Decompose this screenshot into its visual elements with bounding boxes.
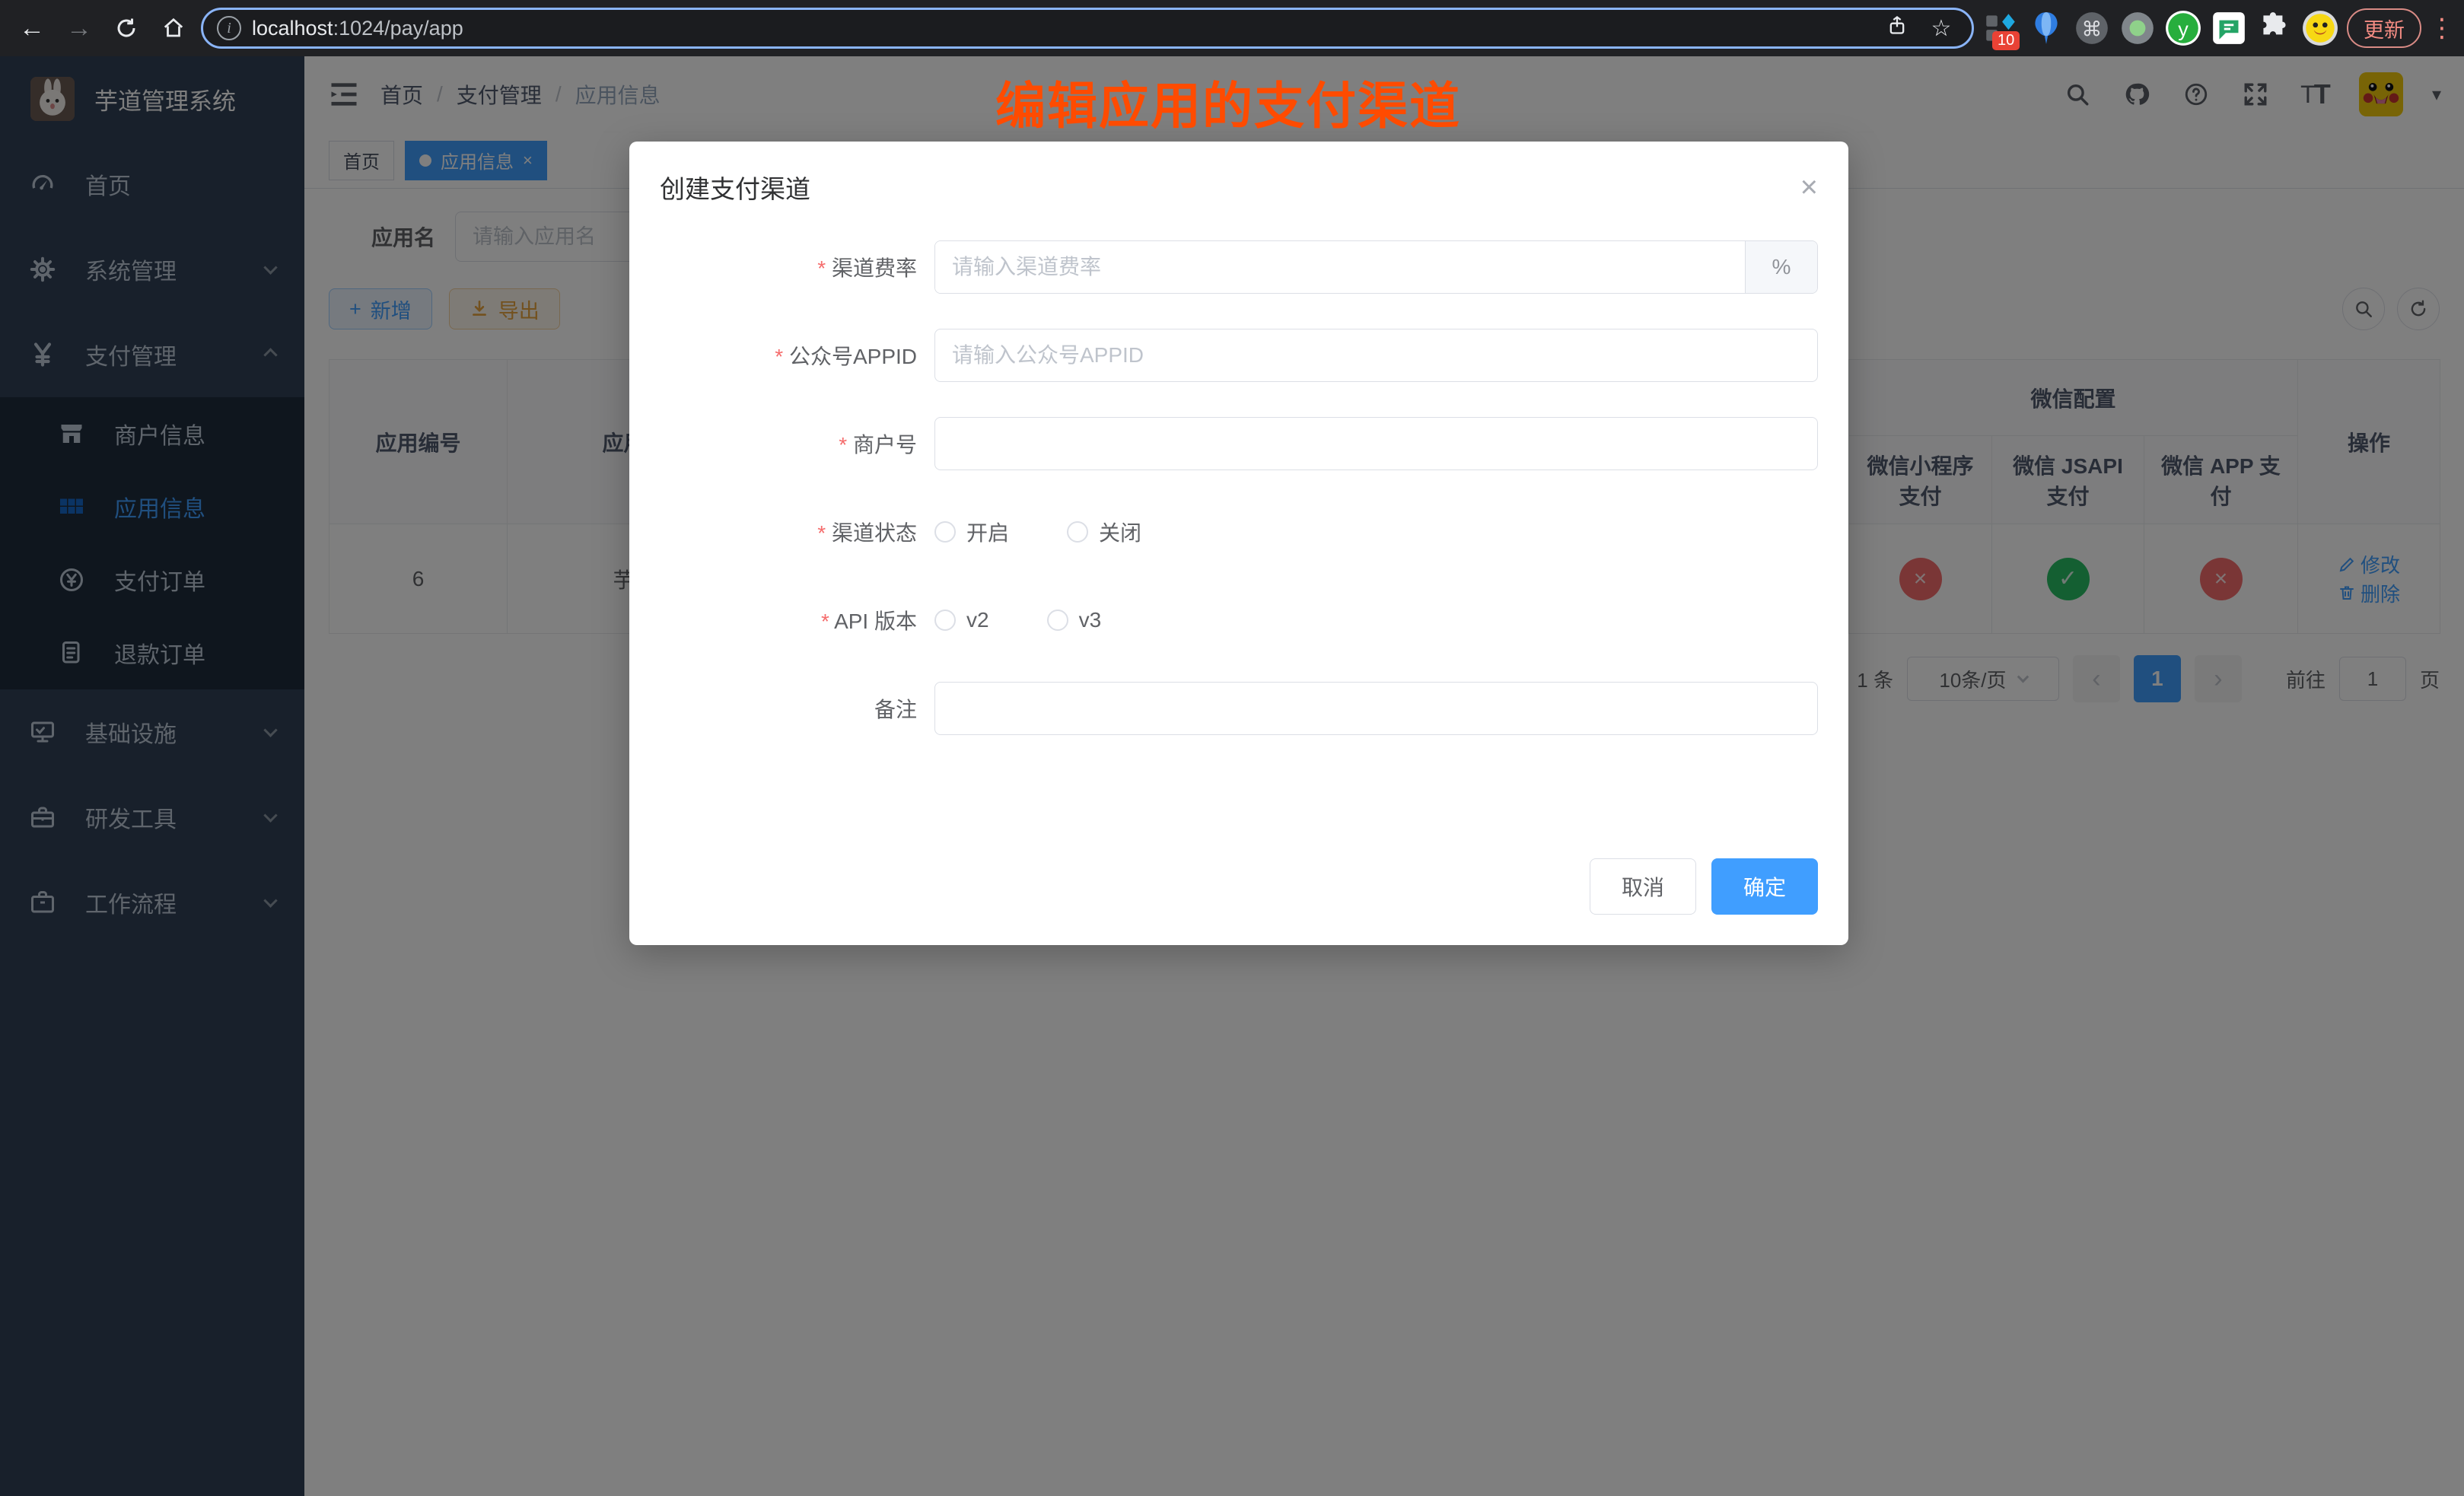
field-appid: 公众号APPID [629, 329, 1848, 382]
rate-label: 渠道费率 [629, 252, 917, 282]
extension-badge: 10 [1992, 31, 2020, 50]
field-channel-status: 渠道状态 开启 关闭 [629, 505, 1848, 559]
api-version-label: API 版本 [629, 605, 917, 635]
back-icon[interactable]: ← [12, 8, 52, 48]
field-channel-rate: 渠道费率 % [629, 240, 1848, 294]
forward-icon[interactable]: → [59, 8, 99, 48]
dialog-title: 创建支付渠道 [660, 169, 810, 205]
radio-icon [934, 521, 956, 543]
share-icon[interactable] [1880, 14, 1914, 42]
field-remark: 备注 [629, 682, 1848, 735]
extensions-puzzle-icon[interactable] [2255, 9, 2294, 47]
svg-text:⌘: ⌘ [2081, 17, 2102, 40]
extension-command-icon[interactable]: ⌘ [2073, 9, 2111, 47]
radio-status-closed[interactable]: 关闭 [1067, 517, 1141, 547]
radio-api-v3[interactable]: v3 [1047, 608, 1102, 632]
svg-text:y: y [2178, 17, 2189, 40]
radio-icon [934, 610, 956, 631]
cancel-button[interactable]: 取消 [1590, 858, 1696, 915]
address-bar[interactable]: i localhost:1024/pay/app ☆ [201, 8, 1974, 49]
merchant-id-input[interactable] [934, 417, 1818, 470]
extension-chat-icon[interactable] [2210, 9, 2248, 47]
extension-record-icon[interactable] [2119, 9, 2157, 47]
percent-suffix: % [1745, 241, 1817, 293]
remark-label: 备注 [629, 693, 917, 724]
field-api-version: API 版本 v2 v3 [629, 594, 1848, 647]
extension-balloon-icon[interactable] [2027, 9, 2065, 47]
channel-status-label: 渠道状态 [629, 517, 917, 547]
field-merchant-id: 商户号 [629, 417, 1848, 470]
appid-label: 公众号APPID [629, 340, 917, 371]
profile-avatar-icon[interactable] [2301, 9, 2339, 47]
merchant-id-label: 商户号 [629, 428, 917, 459]
reload-icon[interactable] [107, 8, 146, 48]
radio-icon [1047, 610, 1068, 631]
radio-api-v2[interactable]: v2 [934, 608, 989, 632]
extension-tasks-icon[interactable]: 10 [1982, 9, 2020, 47]
annotation-text: 编辑应用的支付渠道 [995, 65, 1461, 138]
rate-input[interactable] [935, 241, 1745, 293]
site-info-icon[interactable]: i [217, 16, 241, 40]
home-icon[interactable] [154, 8, 193, 48]
confirm-button[interactable]: 确定 [1711, 858, 1818, 915]
remark-input[interactable] [934, 682, 1818, 735]
browser-toolbar: ← → i localhost:1024/pay/app ☆ 10 ⌘ y 更新… [0, 0, 2464, 56]
bookmark-star-icon[interactable]: ☆ [1924, 15, 1958, 42]
radio-status-open[interactable]: 开启 [934, 517, 1009, 547]
browser-menu-icon[interactable]: ⋮ [2429, 13, 2452, 43]
create-channel-dialog: 创建支付渠道 × 渠道费率 % 公众号APPID 商户号 渠道状态 开启 关闭 [629, 142, 1848, 945]
chrome-update-button[interactable]: 更新 [2347, 8, 2421, 48]
dialog-close-icon[interactable]: × [1800, 172, 1818, 202]
radio-icon [1067, 521, 1088, 543]
extension-y-icon[interactable]: y [2164, 9, 2202, 47]
url-text: localhost:1024/pay/app [252, 17, 1870, 40]
appid-input[interactable] [934, 329, 1818, 382]
